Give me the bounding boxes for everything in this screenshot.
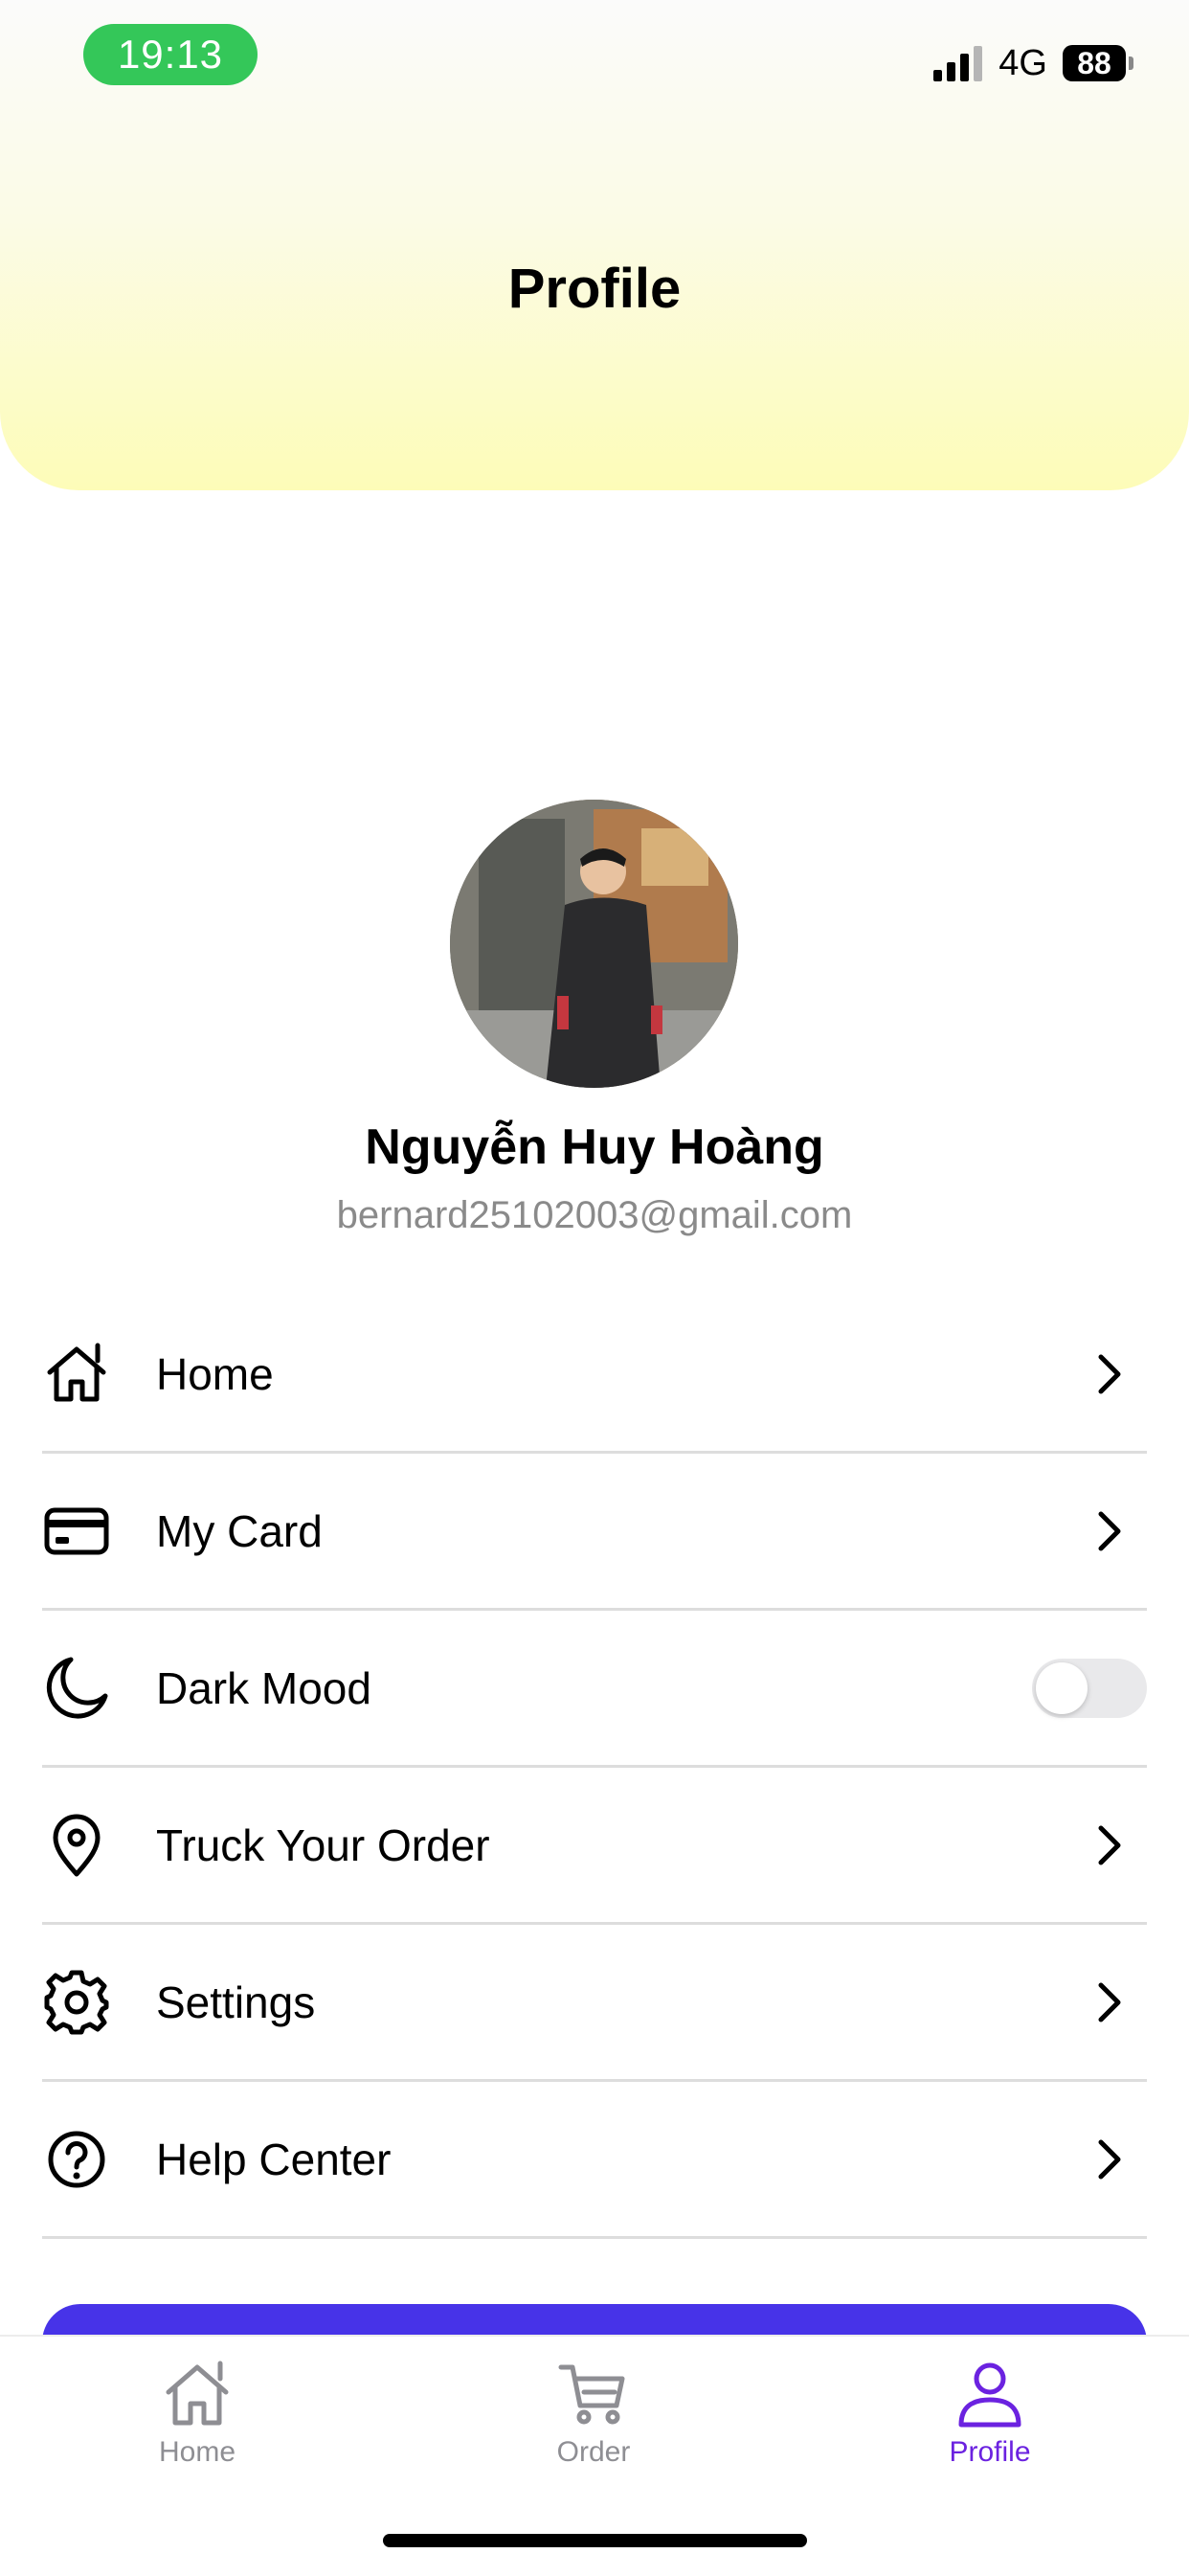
battery-icon: 88 xyxy=(1063,45,1133,81)
menu-item-help-center[interactable]: Help Center xyxy=(42,2082,1147,2239)
chevron-right-icon xyxy=(1098,1511,1121,1550)
dark-mood-toggle[interactable] xyxy=(1032,1658,1147,1718)
avatar-photo xyxy=(450,800,738,1088)
menu-item-home[interactable]: Home xyxy=(42,1297,1147,1454)
menu-item-dark-mood[interactable]: Dark Mood xyxy=(42,1611,1147,1768)
profile-name: Nguyễn Huy Hoàng xyxy=(365,1119,824,1175)
avatar[interactable] xyxy=(450,800,738,1088)
profile-email: bernard25102003@gmail.com xyxy=(336,1194,853,1236)
chevron-right-icon xyxy=(1098,1982,1121,2022)
help-circle-icon xyxy=(42,2125,111,2194)
status-time: 19:13 xyxy=(83,24,258,85)
user-icon xyxy=(958,2362,1021,2428)
moon-icon xyxy=(42,1654,111,1723)
tab-home[interactable]: Home xyxy=(82,2356,312,2469)
menu-item-label: Settings xyxy=(156,1977,316,2027)
menu-item-label: Help Center xyxy=(156,2134,392,2184)
toggle-knob xyxy=(1036,1661,1088,1714)
profile-menu: Home My Card Dark Mood Truck Your Order xyxy=(42,1297,1147,2239)
menu-item-label: Dark Mood xyxy=(156,1662,371,1713)
menu-item-truck-your-order[interactable]: Truck Your Order xyxy=(42,1768,1147,1925)
status-indicators: 4G 88 xyxy=(931,42,1133,84)
gear-icon xyxy=(42,1968,111,2037)
menu-item-label: Truck Your Order xyxy=(156,1819,490,1870)
credit-card-icon xyxy=(42,1497,111,1566)
menu-item-settings[interactable]: Settings xyxy=(42,1925,1147,2082)
tab-order[interactable]: Order xyxy=(479,2356,708,2469)
chevron-right-icon xyxy=(1098,1825,1121,1864)
home-icon xyxy=(42,1340,111,1409)
menu-item-label: My Card xyxy=(156,1505,323,1556)
location-pin-icon xyxy=(42,1811,111,1880)
tab-label: Home xyxy=(158,2436,236,2468)
tab-label: Order xyxy=(556,2436,631,2468)
menu-item-label: Home xyxy=(156,1348,274,1399)
menu-item-my-card[interactable]: My Card xyxy=(42,1454,1147,1611)
network-type: 4G xyxy=(998,42,1047,83)
chevron-right-icon xyxy=(1098,2139,1121,2179)
chevron-right-icon xyxy=(1098,1354,1121,1393)
cart-icon xyxy=(558,2364,625,2425)
home-icon xyxy=(166,2361,229,2426)
signal-icon xyxy=(933,46,983,81)
tab-label: Profile xyxy=(949,2436,1031,2468)
tab-profile[interactable]: Profile xyxy=(875,2356,1105,2469)
home-indicator xyxy=(383,2534,807,2547)
battery-level: 88 xyxy=(1077,46,1111,80)
page-title: Profile xyxy=(507,258,682,320)
